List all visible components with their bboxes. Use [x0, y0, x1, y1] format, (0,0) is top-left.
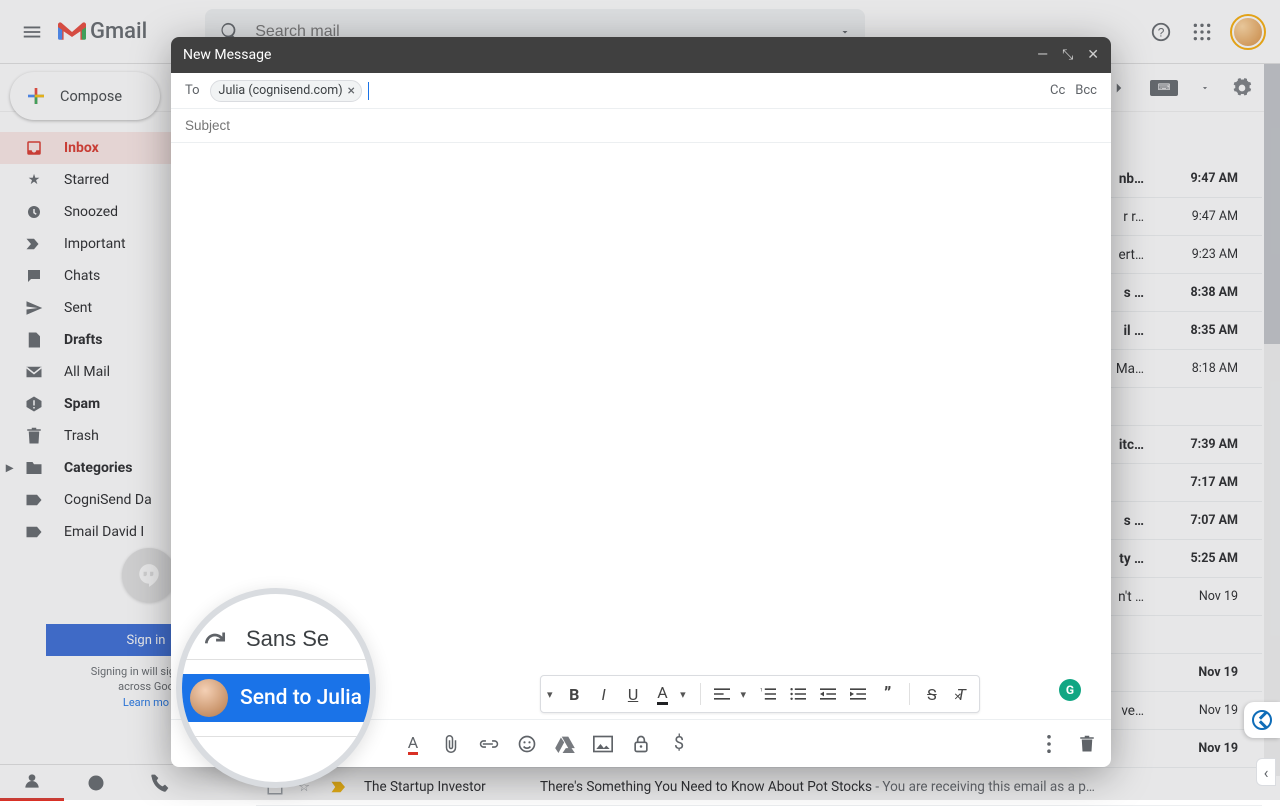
align-dd-icon[interactable]: ▾ [740, 688, 746, 701]
hamburger-icon [21, 21, 43, 43]
side-panel-toggle[interactable]: ‹ [1256, 758, 1276, 786]
label-icon [24, 525, 44, 539]
insert-emoji-icon[interactable] [517, 734, 537, 754]
compose-subject-row[interactable] [171, 109, 1111, 143]
categories-icon [24, 460, 44, 476]
help-icon[interactable]: ? [1150, 21, 1172, 43]
text-color-button[interactable]: A [655, 683, 670, 705]
chat-icon [24, 267, 44, 285]
grammarly-icon[interactable]: G [1059, 679, 1081, 701]
hangouts-icon [136, 562, 162, 588]
important-marker-icon[interactable] [330, 780, 350, 794]
inbox-icon [24, 139, 44, 157]
scrollbar[interactable] [1264, 64, 1280, 776]
julia-avatar [190, 679, 228, 717]
phone-icon [150, 773, 170, 793]
insert-drive-icon[interactable] [555, 735, 575, 753]
drafts-icon [24, 331, 44, 349]
learn-more-link[interactable]: Learn mo [123, 696, 169, 709]
trash-icon [24, 427, 44, 445]
font-family-label[interactable]: Sans Se [246, 626, 329, 652]
redo-icon[interactable] [202, 628, 228, 650]
align-button[interactable] [714, 687, 730, 701]
next-page-icon[interactable] [1110, 79, 1128, 97]
input-tool-indicator[interactable]: ⌨ [1150, 80, 1178, 96]
account-avatar[interactable] [1232, 16, 1264, 48]
gmail-m-icon [58, 21, 86, 43]
header-right-actions: ? [1150, 16, 1264, 48]
more-options-icon[interactable] [1039, 735, 1059, 753]
magnified-format-row: Sans Se [182, 618, 370, 660]
send-to-julia-button[interactable]: Send to Julia [182, 674, 370, 722]
indent-more-button[interactable] [850, 687, 866, 701]
compose-button-label: Compose [60, 88, 122, 105]
compose-subject-input[interactable] [185, 118, 1097, 133]
indent-less-button[interactable] [820, 687, 836, 701]
cc-button[interactable]: Cc [1050, 83, 1065, 98]
quote-button[interactable]: ” [880, 684, 895, 705]
text-format-toggle-icon[interactable]: A [403, 733, 423, 755]
clear-formatting-button[interactable]: T✕ [954, 685, 969, 704]
search-options-icon[interactable] [839, 26, 851, 38]
important-icon [24, 237, 44, 251]
mail-icon [24, 365, 44, 379]
bcc-button[interactable]: Bcc [1075, 83, 1097, 98]
insert-money-icon[interactable]: $ [669, 733, 689, 754]
magnifier-callout: Sans Se Send to Julia [176, 588, 376, 788]
attach-file-icon[interactable] [441, 734, 461, 754]
main-menu-button[interactable] [8, 8, 56, 56]
compose-to-row[interactable]: To Julia (cognisend.com)× Cc Bcc [171, 73, 1111, 109]
spam-icon [24, 395, 44, 413]
compose-plus-icon [24, 84, 48, 108]
shrink-icon[interactable]: ⤡ [1062, 47, 1073, 63]
send-icon [24, 299, 44, 317]
settings-gear-icon[interactable] [1232, 78, 1252, 98]
to-label: To [185, 83, 200, 98]
discard-draft-icon[interactable] [1077, 735, 1097, 753]
send-to-julia-label: Send to Julia [240, 686, 362, 710]
star-icon: ★ [24, 172, 44, 188]
label-icon [24, 493, 44, 507]
strikethrough-button[interactable]: S [924, 685, 939, 704]
person-icon [22, 771, 42, 791]
compose-button[interactable]: Compose [10, 72, 160, 120]
email-subject: There's Something You Need to Know About… [540, 779, 1238, 795]
email-sender: The Startup Investor [364, 779, 540, 795]
svg-text:?: ? [1158, 25, 1165, 39]
insert-photo-icon[interactable] [593, 735, 613, 753]
italic-button[interactable]: I [596, 685, 611, 704]
email-row-full[interactable]: ☆ The Startup Investor There's Something… [256, 768, 1262, 806]
font-size-dd-icon[interactable]: ▾ [547, 688, 553, 701]
magnified-lower-strip [182, 736, 370, 770]
expand-caret-icon: ▸ [6, 460, 13, 476]
bold-button[interactable]: B [567, 685, 582, 704]
color-dd-icon[interactable]: ▾ [680, 688, 686, 701]
compose-title: New Message [183, 47, 271, 63]
minimize-icon[interactable]: — [1037, 47, 1048, 63]
numbered-list-button[interactable]: 1 [760, 687, 776, 701]
scrollbar-thumb[interactable] [1264, 64, 1280, 344]
gmail-wordmark: Gmail [90, 19, 147, 44]
teamviewer-icon [1252, 710, 1272, 730]
formatting-toolbar: ▾ B I U A ▾ ▾ 1 ” S T✕ [540, 675, 980, 713]
compose-titlebar[interactable]: New Message — ⤡ ✕ [171, 37, 1111, 73]
chat-bubble-icon [86, 773, 106, 793]
apps-grid-icon[interactable] [1192, 22, 1212, 42]
text-cursor [368, 82, 369, 100]
hangouts-tab-contacts[interactable] [0, 765, 64, 801]
confidential-mode-icon[interactable] [631, 734, 651, 754]
gmail-logo[interactable]: Gmail [58, 19, 147, 44]
close-icon[interactable]: ✕ [1087, 47, 1099, 63]
remove-chip-icon[interactable]: × [348, 83, 355, 99]
teamviewer-widget[interactable] [1244, 702, 1280, 738]
svg-text:1: 1 [760, 688, 763, 694]
underline-button[interactable]: U [625, 685, 640, 704]
clock-icon [24, 203, 44, 221]
recipient-chip[interactable]: Julia (cognisend.com)× [210, 80, 362, 102]
bullet-list-button[interactable] [790, 687, 806, 701]
insert-link-icon[interactable] [479, 738, 499, 750]
input-tool-dd-icon[interactable] [1200, 83, 1210, 93]
hangouts-tab-conversations[interactable] [64, 765, 128, 801]
hangouts-button[interactable] [122, 548, 176, 602]
